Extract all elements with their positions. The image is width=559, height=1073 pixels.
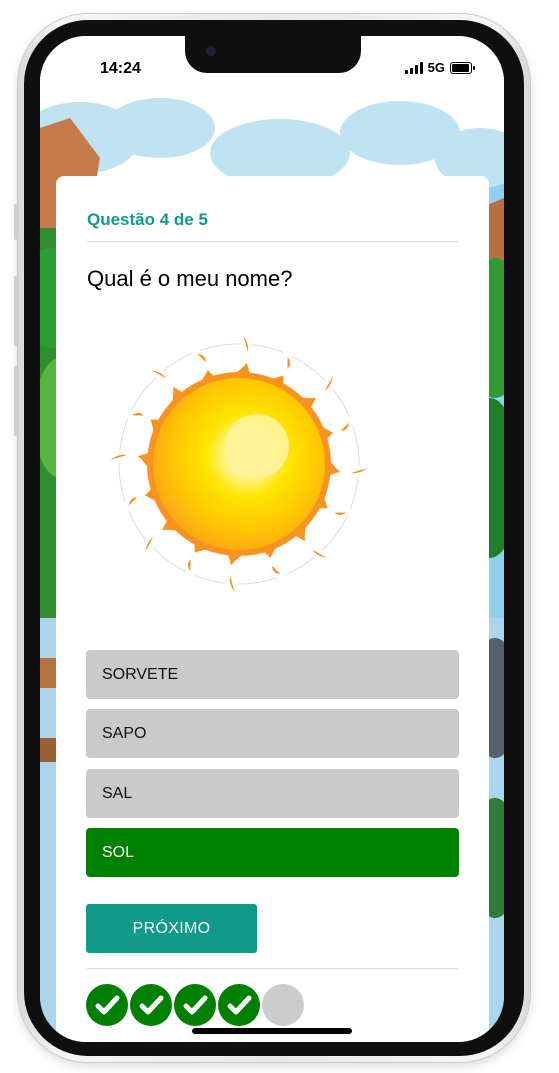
answer-option[interactable]: SORVETE xyxy=(86,650,459,699)
divider xyxy=(87,241,459,242)
battery-icon xyxy=(450,61,475,74)
question-text: Qual é o meu nome? xyxy=(87,266,293,291)
next-button[interactable]: PRÓXIMO xyxy=(86,904,257,953)
sun-icon xyxy=(101,326,377,602)
signal-icon xyxy=(404,61,423,74)
volume-up-button xyxy=(14,276,19,346)
status-time: 14:24 xyxy=(100,60,141,77)
home-indicator[interactable] xyxy=(192,1028,352,1034)
camera-icon xyxy=(206,46,216,56)
screen: 14:24 5G Questão 4 de 5 Qual é o meu nom… xyxy=(40,36,504,1042)
check-icon xyxy=(95,995,120,1015)
volume-down-button xyxy=(14,366,19,436)
answer-option-selected[interactable]: SOL xyxy=(86,828,459,877)
check-icon xyxy=(183,995,208,1015)
answer-option[interactable]: SAL xyxy=(86,769,459,818)
progress-dot-correct xyxy=(174,984,216,1026)
progress-dot-correct xyxy=(130,984,172,1026)
check-icon xyxy=(227,995,252,1015)
answer-option[interactable]: SAPO xyxy=(86,709,459,758)
progress-indicator xyxy=(86,984,304,1026)
progress-dot-correct xyxy=(218,984,260,1026)
check-icon xyxy=(139,995,164,1015)
question-counter: Questão 4 de 5 xyxy=(87,210,208,229)
network-label: 5G xyxy=(427,60,445,75)
progress-dot-pending xyxy=(262,984,304,1026)
status-icons: 5G xyxy=(404,60,475,75)
progress-dot-correct xyxy=(86,984,128,1026)
mute-switch xyxy=(14,204,19,240)
divider xyxy=(87,968,459,969)
quiz-card: Questão 4 de 5 Qual é o meu nome? SORVET… xyxy=(56,176,489,1042)
